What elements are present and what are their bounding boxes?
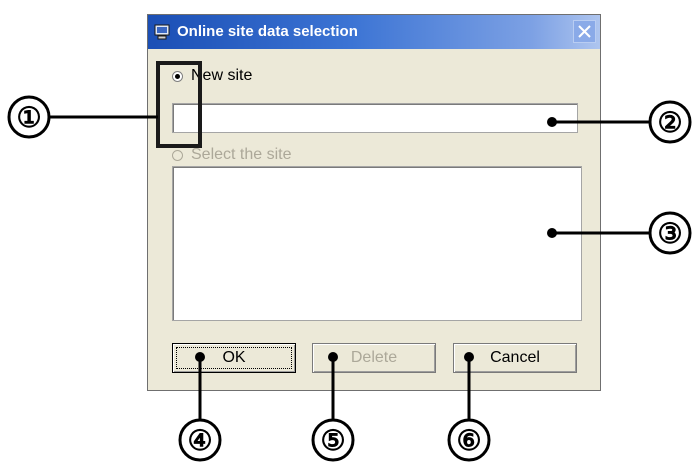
callout-6-label: ⑥ — [456, 425, 481, 456]
callout-1-label: ① — [16, 102, 41, 133]
callout-2-label: ② — [657, 107, 682, 138]
callout-4-label: ④ — [187, 425, 212, 456]
callout-5-label: ⑤ — [320, 425, 345, 456]
callout-overlay: ① ② ③ ④ ⑤ ⑥ — [7, 61, 692, 462]
radio-highlight-frame — [156, 61, 202, 148]
callout-3-label: ③ — [657, 218, 682, 249]
